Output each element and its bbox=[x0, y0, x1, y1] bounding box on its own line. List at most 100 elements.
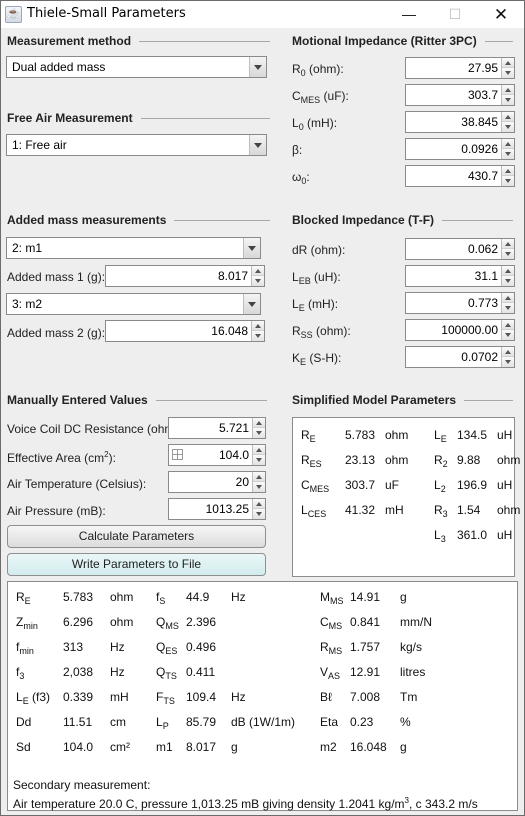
effective-area-value[interactable]: 104.0 bbox=[219, 448, 249, 462]
spinner-down-icon[interactable] bbox=[252, 276, 264, 286]
spinner-up-icon[interactable] bbox=[502, 293, 514, 303]
spinner-buttons[interactable] bbox=[501, 139, 514, 159]
spinner-down-icon[interactable] bbox=[502, 95, 514, 105]
motional-field-value[interactable]: 303.7 bbox=[468, 88, 498, 102]
motional-field-value[interactable]: 430.7 bbox=[468, 169, 498, 183]
motional-field-spinner[interactable]: 430.7 bbox=[405, 165, 515, 187]
motional-field-value[interactable]: 0.0926 bbox=[461, 142, 498, 156]
motional-field-spinner[interactable]: 27.95 bbox=[405, 57, 515, 79]
blocked-field-spinner[interactable]: 31.1 bbox=[405, 265, 515, 287]
symbol: C bbox=[320, 615, 329, 629]
param-symbol: QTS bbox=[156, 665, 177, 681]
param-symbol: LE bbox=[434, 428, 447, 444]
spinner-down-icon[interactable] bbox=[502, 357, 514, 367]
spinner-down-icon[interactable] bbox=[502, 303, 514, 313]
spinner-down-icon[interactable] bbox=[502, 276, 514, 286]
motional-field-value[interactable]: 38.845 bbox=[461, 115, 498, 129]
voice-coil-spinner[interactable]: 5.721 bbox=[168, 417, 266, 439]
mass2-measurement-select[interactable]: 3: m2 bbox=[6, 293, 261, 315]
spinner-buttons[interactable] bbox=[501, 85, 514, 105]
spinner-down-icon[interactable] bbox=[502, 149, 514, 159]
spinner-down-icon[interactable] bbox=[502, 122, 514, 132]
spinner-buttons[interactable] bbox=[501, 266, 514, 286]
spinner-buttons[interactable] bbox=[501, 347, 514, 367]
spinner-buttons[interactable] bbox=[501, 293, 514, 313]
effective-area-spinner[interactable]: 104.0 bbox=[168, 444, 266, 466]
param-unit: g bbox=[400, 590, 407, 604]
spinner-up-icon[interactable] bbox=[502, 112, 514, 122]
spinner-up-icon[interactable] bbox=[253, 418, 265, 428]
measurement-method-select[interactable]: Dual added mass bbox=[6, 56, 267, 78]
voice-coil-value[interactable]: 5.721 bbox=[219, 421, 249, 435]
spinner-up-icon[interactable] bbox=[502, 166, 514, 176]
secondary-measurement-text: Air temperature 20.0 C, pressure 1,013.2… bbox=[13, 796, 478, 811]
spinner-up-icon[interactable] bbox=[253, 499, 265, 509]
air-temperature-value[interactable]: 20 bbox=[236, 475, 249, 489]
calculate-parameters-button[interactable]: Calculate Parameters bbox=[7, 525, 266, 548]
write-parameters-button[interactable]: Write Parameters to File bbox=[7, 553, 266, 576]
blocked-field-value[interactable]: 0.062 bbox=[468, 242, 498, 256]
spinner-down-icon[interactable] bbox=[502, 176, 514, 186]
motional-field-spinner[interactable]: 38.845 bbox=[405, 111, 515, 133]
blocked-field-spinner[interactable]: 0.773 bbox=[405, 292, 515, 314]
blocked-field-value[interactable]: 0.0702 bbox=[461, 350, 498, 364]
motional-field-spinner[interactable]: 303.7 bbox=[405, 84, 515, 106]
spinner-up-icon[interactable] bbox=[252, 266, 264, 276]
spinner-up-icon[interactable] bbox=[502, 239, 514, 249]
added-mass-1-value[interactable]: 8.017 bbox=[218, 269, 248, 283]
chevron-down-icon[interactable] bbox=[243, 238, 260, 258]
air-temperature-spinner[interactable]: 20 bbox=[168, 471, 266, 493]
motional-impedance-heading: Motional Impedance (Ritter 3PC) bbox=[292, 34, 513, 48]
spinner-down-icon[interactable] bbox=[253, 509, 265, 519]
added-mass-1-spinner[interactable]: 8.017 bbox=[105, 265, 265, 287]
spinner-up-icon[interactable] bbox=[502, 85, 514, 95]
chevron-down-icon[interactable] bbox=[249, 135, 266, 155]
free-air-select[interactable]: 1: Free air bbox=[6, 134, 267, 156]
param-symbol: LCES bbox=[301, 503, 326, 519]
divider bbox=[442, 219, 513, 221]
spinner-up-icon[interactable] bbox=[252, 321, 264, 331]
spinner-up-icon[interactable] bbox=[502, 139, 514, 149]
blocked-field-value[interactable]: 0.773 bbox=[468, 296, 498, 310]
chevron-down-icon[interactable] bbox=[243, 294, 260, 314]
spinner-buttons[interactable] bbox=[501, 239, 514, 259]
spinner-up-icon[interactable] bbox=[502, 266, 514, 276]
spinner-buttons[interactable] bbox=[501, 320, 514, 340]
symbol: L bbox=[292, 270, 299, 284]
close-button[interactable]: ✕ bbox=[478, 1, 524, 28]
blocked-field-value[interactable]: 31.1 bbox=[475, 269, 498, 283]
maximize-button[interactable]: ☐ bbox=[432, 1, 478, 28]
blocked-field-value[interactable]: 100000.00 bbox=[441, 323, 498, 337]
spinner-up-icon[interactable] bbox=[502, 58, 514, 68]
air-pressure-spinner[interactable]: 1013.25 bbox=[168, 498, 266, 520]
spinner-up-icon[interactable] bbox=[253, 472, 265, 482]
spinner-up-icon[interactable] bbox=[502, 347, 514, 357]
added-mass-2-value[interactable]: 16.048 bbox=[211, 324, 248, 338]
blocked-field-spinner[interactable]: 100000.00 bbox=[405, 319, 515, 341]
mass1-measurement-select[interactable]: 2: m1 bbox=[6, 237, 261, 259]
air-pressure-value[interactable]: 1013.25 bbox=[206, 502, 249, 516]
spinner-buttons[interactable] bbox=[501, 58, 514, 78]
param-value: 5.783 bbox=[345, 428, 376, 442]
added-mass-2-spinner[interactable]: 16.048 bbox=[105, 320, 265, 342]
spinner-down-icon[interactable] bbox=[502, 330, 514, 340]
spinner-buttons[interactable] bbox=[501, 112, 514, 132]
calculator-grid-icon[interactable] bbox=[172, 449, 183, 460]
spinner-up-icon[interactable] bbox=[253, 445, 265, 455]
motional-field-value[interactable]: 27.95 bbox=[468, 61, 498, 75]
spinner-down-icon[interactable] bbox=[253, 455, 265, 465]
spinner-down-icon[interactable] bbox=[253, 428, 265, 438]
spinner-down-icon[interactable] bbox=[502, 249, 514, 259]
subscript: TS bbox=[165, 671, 177, 681]
minimize-button[interactable]: — bbox=[386, 1, 432, 28]
motional-field-spinner[interactable]: 0.0926 bbox=[405, 138, 515, 160]
blocked-field-spinner[interactable]: 0.062 bbox=[405, 238, 515, 260]
param-unit: Hz bbox=[231, 690, 246, 704]
spinner-buttons[interactable] bbox=[501, 166, 514, 186]
spinner-down-icon[interactable] bbox=[502, 68, 514, 78]
blocked-field-spinner[interactable]: 0.0702 bbox=[405, 346, 515, 368]
spinner-up-icon[interactable] bbox=[502, 320, 514, 330]
chevron-down-icon[interactable] bbox=[249, 57, 266, 77]
spinner-down-icon[interactable] bbox=[252, 331, 264, 341]
spinner-down-icon[interactable] bbox=[253, 482, 265, 492]
